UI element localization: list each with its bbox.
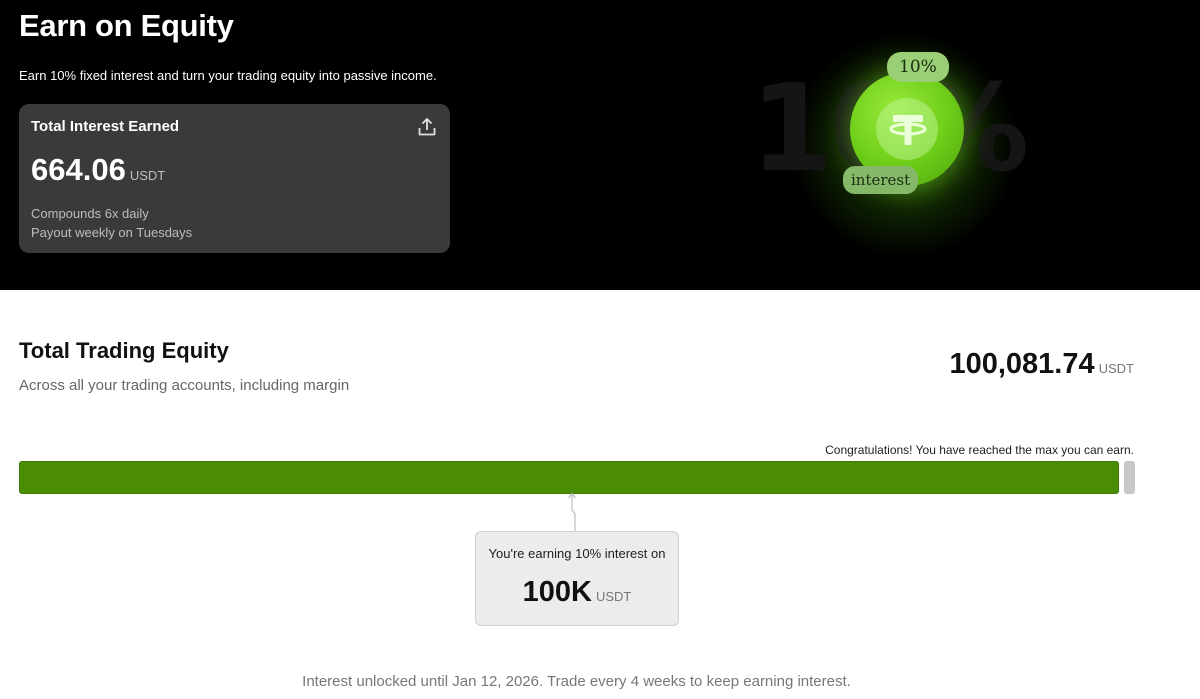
interest-badge: interest <box>843 166 919 194</box>
page-title: Earn on Equity <box>19 8 234 43</box>
equity-title: Total Trading Equity <box>19 338 229 363</box>
interest-card-title: Total Interest Earned <box>31 118 180 135</box>
interest-illustration: 10% 10% interest <box>700 20 1100 280</box>
payout-text: Payout weekly on Tuesdays <box>31 225 193 240</box>
interest-unlock-note: Interest unlocked until Jan 12, 2026. Tr… <box>302 673 851 690</box>
equity-amount-unit: USDT <box>1098 361 1134 376</box>
equity-amount-value: 100,081.74 <box>949 348 1095 380</box>
compounds-text: Compounds 6x daily <box>31 206 149 221</box>
equity-progress-bar <box>19 461 1135 494</box>
hero-banner: Earn on Equity Earn 10% fixed interest a… <box>0 0 1200 290</box>
interest-card: Total Interest Earned 664.06 USDT Compou… <box>19 104 450 253</box>
max-earn-message: Congratulations! You have reached the ma… <box>825 443 1134 457</box>
share-upload-icon[interactable] <box>416 116 438 138</box>
interest-amount: 664.06 USDT <box>31 152 165 188</box>
progress-cap <box>1124 461 1135 494</box>
earning-amount-value: 100K <box>522 576 592 608</box>
earning-amount: 100K USDT <box>476 576 678 609</box>
tether-icon <box>889 115 927 145</box>
interest-amount-value: 664.06 <box>31 152 126 187</box>
equity-subtitle: Across all your trading accounts, includ… <box>19 377 350 394</box>
progress-fill <box>19 461 1119 494</box>
earning-amount-unit: USDT <box>595 589 632 604</box>
earning-tooltip-text: You're earning 10% interest on <box>488 546 666 561</box>
interest-amount-unit: USDT <box>129 168 166 183</box>
tooltip-connector <box>568 492 576 532</box>
equity-amount: 100,081.74 USDT <box>949 348 1134 381</box>
earning-tooltip: You're earning 10% interest on 100K USDT <box>475 531 679 626</box>
percent-badge: 10% <box>887 52 949 82</box>
hero-subtitle: Earn 10% fixed interest and turn your tr… <box>19 68 437 83</box>
